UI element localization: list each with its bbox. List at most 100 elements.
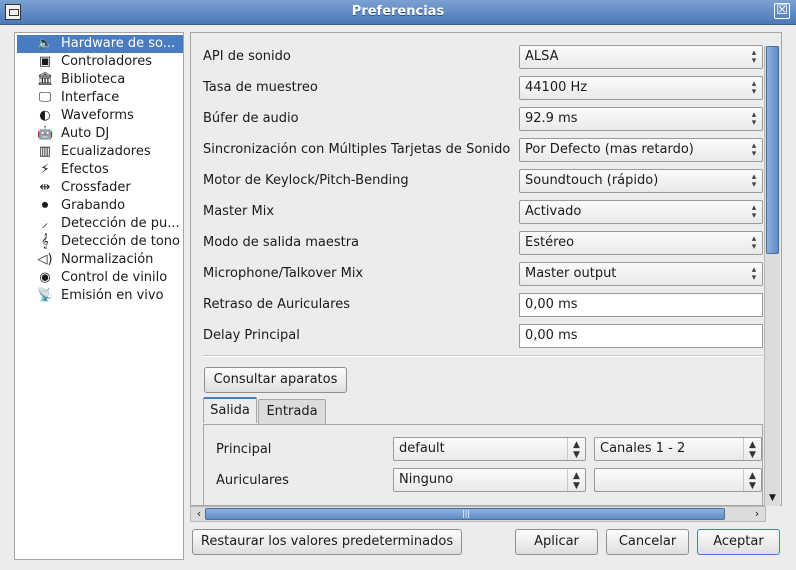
sidebar-item[interactable]: 🏛 Biblioteca: [17, 71, 183, 89]
sidebar-item-label: Biblioteca: [61, 72, 126, 87]
sidebar-item-label: Normalización: [61, 252, 154, 267]
sidebar-item[interactable]: 🖵 Interface: [17, 89, 183, 107]
monitor-icon: 🖵: [38, 90, 52, 105]
horizontal-scroll-thumb[interactable]: |||: [205, 508, 725, 520]
setting-value: 0,00 ms: [525, 297, 578, 312]
setting-label: Sincronización con Múltiples Tarjetas de…: [203, 142, 511, 157]
vinyl-icon: ◉: [39, 270, 51, 285]
sidebar-item[interactable]: 🤖 Auto DJ: [17, 125, 183, 143]
headphones-device-value: Ninguno: [399, 472, 454, 487]
sidebar-item[interactable]: 🔈 Hardware de so...: [17, 35, 183, 53]
sidebar-item[interactable]: ◉ Control de vinilo: [17, 269, 183, 287]
sidebar-item-label: Ecualizadores: [61, 144, 151, 159]
setting-combobox[interactable]: 92.9 ms ▴ ▾: [519, 107, 763, 131]
setting-label: Modo de salida maestra: [203, 235, 360, 250]
sidebar-item-label: Controladores: [61, 54, 152, 69]
window-title: Preferencias: [351, 4, 445, 19]
setting-value: 44100 Hz: [525, 80, 588, 95]
sidebar-item[interactable]: ▥ Ecualizadores: [17, 143, 183, 161]
setting-label: Retraso de Auriculares: [203, 297, 350, 312]
setting-label: Búfer de audio: [203, 111, 299, 126]
setting-value: Por Defecto (mas retardo): [525, 142, 694, 157]
setting-value: ALSA: [525, 49, 559, 64]
chevron-updown-icon: ▴ ▾: [751, 203, 757, 221]
setting-value: Activado: [525, 204, 582, 219]
sidebar-item-label: Waveforms: [61, 108, 134, 123]
restore-defaults-button[interactable]: Restaurar los valores predeterminados: [192, 529, 462, 555]
tab-entrada[interactable]: Entrada: [258, 399, 326, 424]
tab-pane-salida: Principal default ▲ ▼ Canales 1 - 2 ▲ ▼ Au…: [203, 424, 763, 507]
principal-device-value: default: [399, 441, 445, 456]
setting-label: Tasa de muestreo: [203, 80, 318, 95]
query-devices-button[interactable]: Consultar aparatos: [204, 367, 347, 393]
sidebar-item[interactable]: 𝄞 Detección de tono: [17, 233, 183, 251]
chevron-updown-icon: ▴ ▾: [751, 141, 757, 159]
chevron-updown-icon: ▴ ▾: [751, 265, 757, 283]
setting-spinbox[interactable]: 0,00 ms: [519, 324, 763, 348]
broadcast-icon: 📡: [37, 288, 54, 303]
principal-device-select[interactable]: default ▲ ▼: [393, 437, 586, 461]
chevron-updown-icon: ▲ ▼: [567, 438, 585, 460]
setting-combobox[interactable]: Activado ▴ ▾: [519, 200, 763, 224]
speaker-icon: 🔈: [37, 36, 54, 51]
chevron-updown-icon: ▲ ▼: [743, 469, 761, 491]
sidebar-item-label: Efectos: [61, 162, 109, 177]
sidebar-item[interactable]: 📡 Emisión en vivo: [17, 287, 183, 305]
setting-combobox[interactable]: 44100 Hz ▴ ▾: [519, 76, 763, 100]
separator: [203, 355, 763, 357]
chevron-updown-icon: ▲ ▼: [567, 469, 585, 491]
scroll-down-icon[interactable]: ▼: [766, 492, 779, 504]
apply-button[interactable]: Aplicar: [515, 529, 598, 555]
principal-channels-select[interactable]: Canales 1 - 2 ▲ ▼: [594, 437, 762, 461]
tab-salida[interactable]: Salida: [203, 397, 257, 423]
io-tabs: Salida Entrada Principal default ▲ ▼ Cana…: [203, 397, 763, 507]
scroll-left-icon[interactable]: ‹: [193, 508, 205, 520]
sidebar-item[interactable]: ⏺ Grabando: [17, 197, 183, 215]
headphones-channels-select[interactable]: ▲ ▼: [594, 468, 762, 492]
setting-label: Master Mix: [203, 204, 275, 219]
cancel-button[interactable]: Cancelar: [606, 529, 689, 555]
sidebar-item[interactable]: ◐ Waveforms: [17, 107, 183, 125]
sidebar-item-label: Hardware de so...: [61, 36, 176, 51]
settings-panel: Consultar aparatos Salida Entrada Princi…: [190, 32, 782, 507]
sidebar-item-label: Crossfader: [61, 180, 131, 195]
setting-value: 92.9 ms: [525, 111, 578, 126]
setting-combobox[interactable]: Por Defecto (mas retardo) ▴ ▾: [519, 138, 763, 162]
chevron-updown-icon: ▴ ▾: [751, 234, 757, 252]
grip-icon: |||: [462, 509, 471, 518]
title-bar: Preferencias ☒: [0, 0, 796, 25]
setting-combobox[interactable]: Soundtouch (rápido) ▴ ▾: [519, 169, 763, 193]
setting-spinbox[interactable]: 0,00 ms: [519, 293, 763, 317]
sidebar-item[interactable]: ◁) Normalización: [17, 251, 183, 269]
recording-icon: ⏺: [41, 198, 49, 213]
accept-button[interactable]: Aceptar: [697, 529, 780, 555]
sidebar-item[interactable]: ▣ Controladores: [17, 53, 183, 71]
chevron-updown-icon: ▴ ▾: [751, 48, 757, 66]
headphones-device-select[interactable]: Ninguno ▲ ▼: [393, 468, 586, 492]
sidebar: 🔈 Hardware de so... ▣ Controladores 🏛 Bibliot…: [14, 32, 184, 560]
key-detection-icon: 𝄞: [41, 234, 49, 249]
setting-value: Estéreo: [525, 235, 575, 250]
normalization-icon: ◁): [37, 252, 53, 267]
output-label-auriculares: Auriculares: [216, 473, 289, 488]
setting-combobox[interactable]: Master output ▴ ▾: [519, 262, 763, 286]
setting-label: Delay Principal: [203, 328, 300, 343]
vertical-scroll-thumb[interactable]: [766, 46, 779, 254]
sidebar-item-label: Interface: [61, 90, 120, 105]
setting-combobox[interactable]: Estéreo ▴ ▾: [519, 231, 763, 255]
crossfader-icon: ⇹: [39, 180, 51, 195]
chevron-updown-icon: ▴ ▾: [751, 79, 757, 97]
controller-icon: ▣: [38, 54, 52, 69]
scroll-right-icon[interactable]: ›: [751, 508, 763, 520]
sidebar-item-label: Emisión en vivo: [61, 288, 164, 303]
horizontal-scrollbar[interactable]: ‹ ||| ›: [190, 506, 766, 522]
sidebar-item[interactable]: ⚡ Efectos: [17, 161, 183, 179]
sidebar-item[interactable]: ⇹ Crossfader: [17, 179, 183, 197]
sidebar-item[interactable]: ⸝ Detección de pu...: [17, 215, 183, 233]
vertical-scrollbar[interactable]: ▼: [764, 46, 780, 506]
setting-label: API de sonido: [203, 49, 291, 64]
setting-combobox[interactable]: ALSA ▴ ▾: [519, 45, 763, 69]
waveforms-icon: ◐: [39, 108, 51, 123]
close-icon[interactable]: ☒: [774, 3, 790, 19]
chevron-updown-icon: ▲ ▼: [743, 438, 761, 460]
